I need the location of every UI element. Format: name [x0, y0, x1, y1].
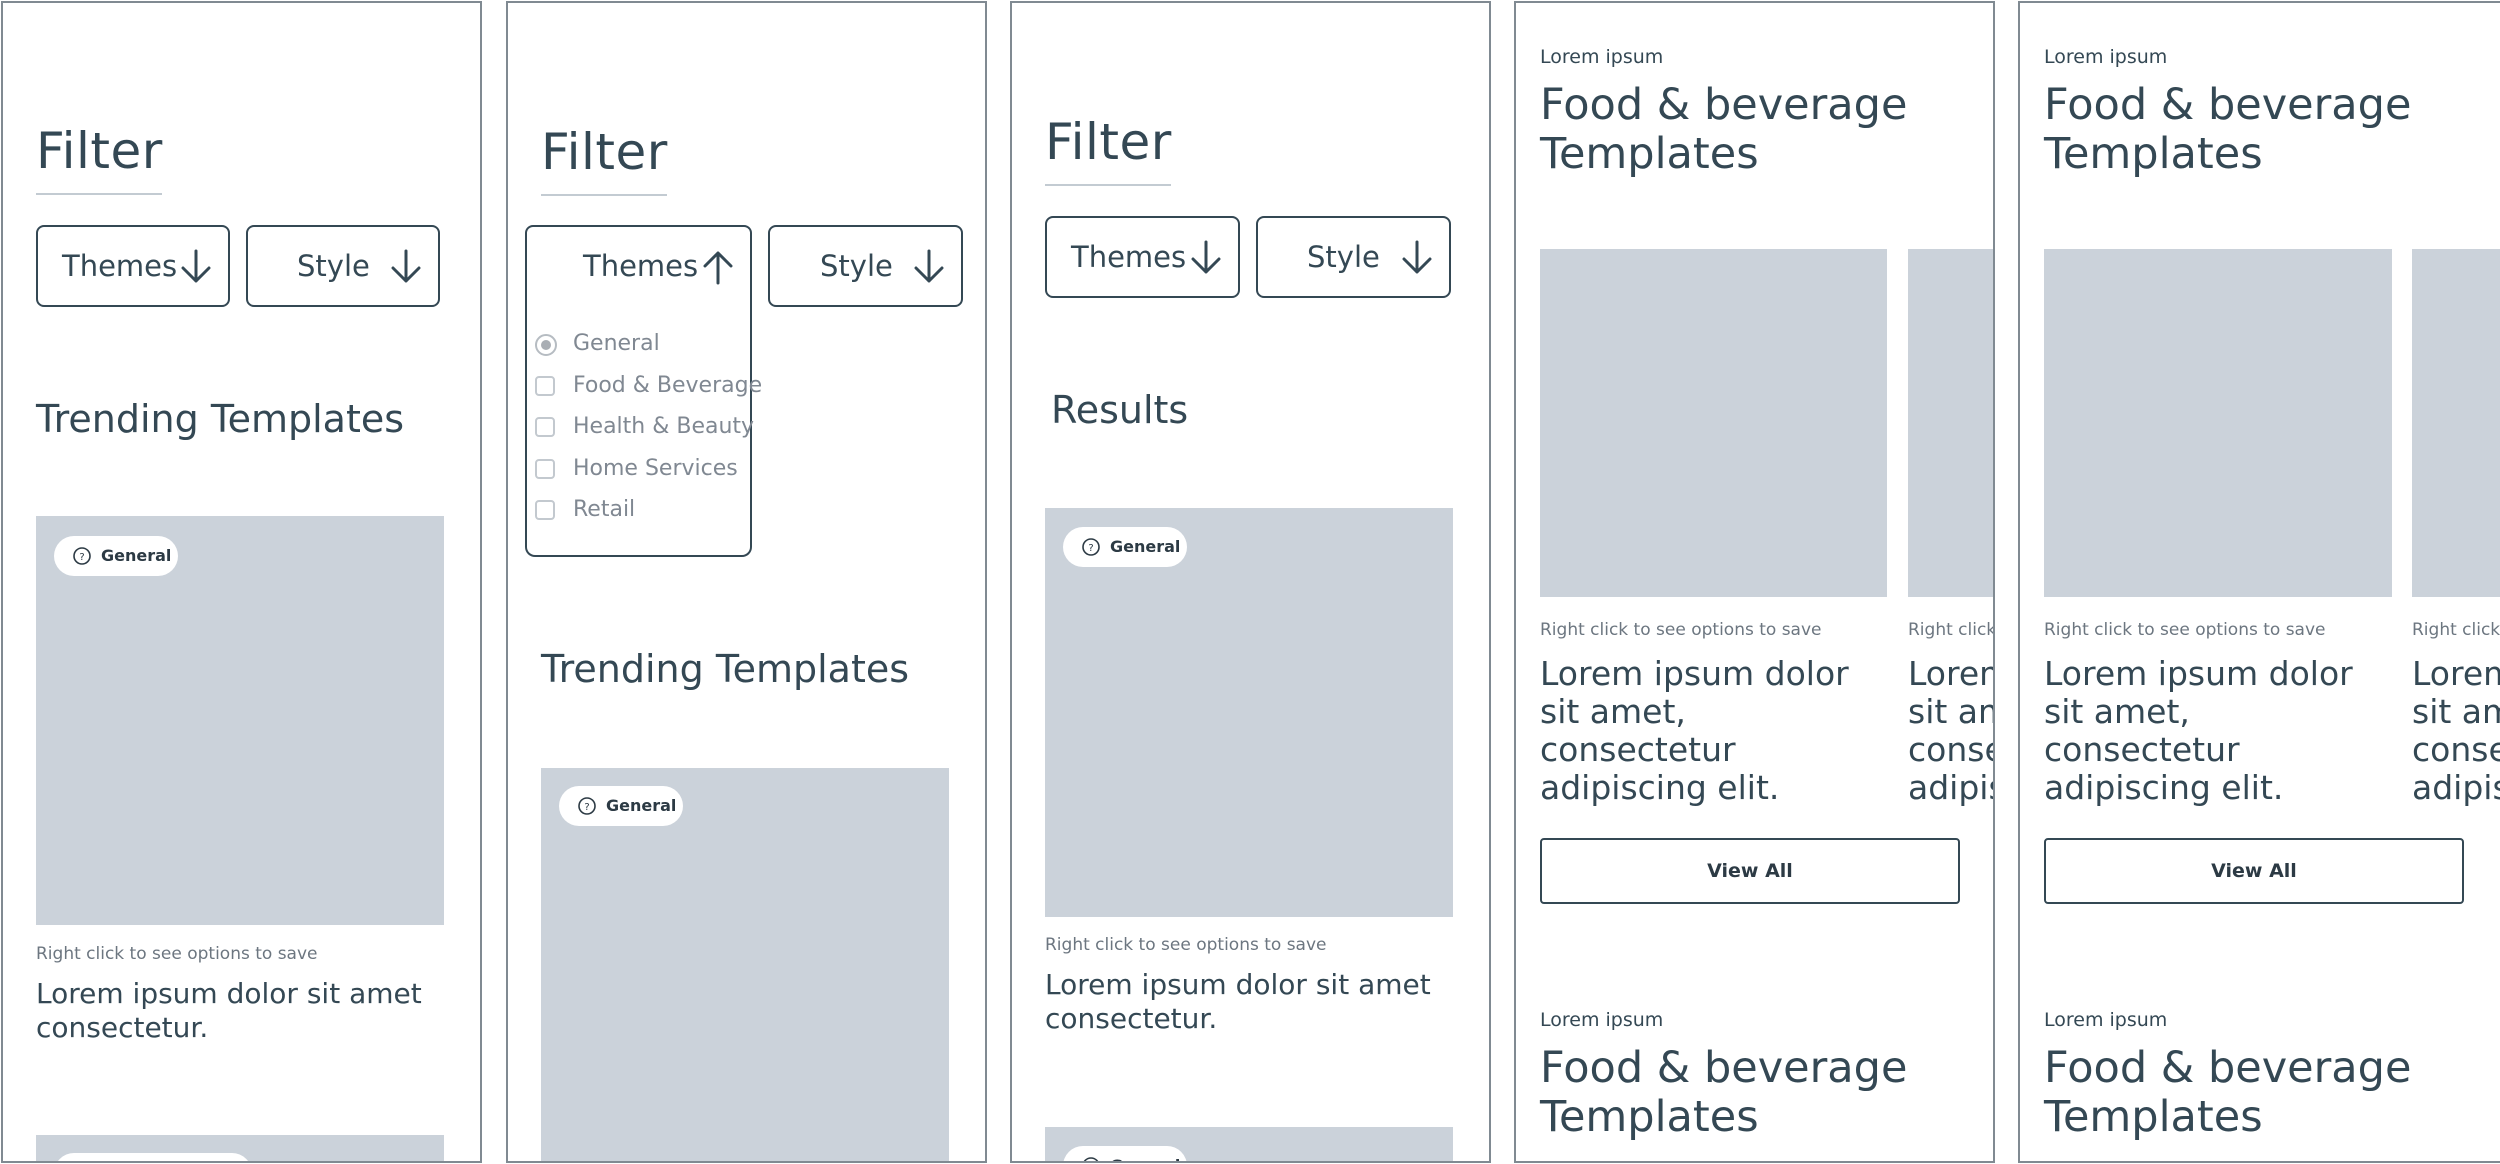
- template-card-title[interactable]: Lorem ipsum dolor sit amet, consectetur …: [1540, 655, 1890, 807]
- view-all-button[interactable]: View All: [2044, 838, 2464, 904]
- template-card-image[interactable]: [36, 1135, 444, 1161]
- screen-filter-collapsed: Filter Themes Style Trending Templates ?…: [1, 1, 482, 1163]
- arrow-down-icon: [911, 248, 947, 286]
- filter-underline: [1045, 184, 1171, 186]
- template-card-title[interactable]: Lorem ipsum dolor sit amet, consectetur …: [2044, 655, 2394, 807]
- template-card-image[interactable]: [1540, 249, 1887, 597]
- template-card-title[interactable]: Lorem ipsum dolor sit amet consectetur.: [36, 977, 436, 1045]
- filter-underline: [36, 193, 162, 195]
- help-circle-icon: ?: [577, 796, 597, 816]
- checkbox[interactable]: [535, 376, 555, 396]
- radio-selected[interactable]: [535, 334, 557, 356]
- svg-text:?: ?: [1088, 543, 1093, 554]
- option-label: Home Services: [573, 456, 738, 481]
- category-eyebrow: Lorem ipsum: [2044, 46, 2168, 68]
- general-chip: [54, 1153, 252, 1161]
- view-all-button[interactable]: View All: [1540, 838, 1960, 904]
- theme-option-general[interactable]: General: [535, 331, 735, 361]
- option-label: Food & Beverage: [573, 373, 763, 398]
- filter-title: Filter: [36, 122, 163, 180]
- save-hint: Right click to see options to save: [1045, 935, 1327, 955]
- theme-option-home-services[interactable]: Home Services: [535, 456, 745, 486]
- category-heading: Food & beverage Templates: [2044, 80, 2412, 179]
- svg-text:?: ?: [79, 552, 84, 563]
- theme-option-health-beauty[interactable]: Health & Beauty: [535, 414, 754, 444]
- svg-text:?: ?: [1088, 1162, 1093, 1163]
- category-heading: Food & beverage Templates: [2044, 1043, 2412, 1142]
- filter-underline: [541, 194, 667, 196]
- template-card-title-next[interactable]: Lorem ipsum dolor sit amet, consectetur …: [1908, 655, 1993, 807]
- category-heading: Food & beverage Templates: [1540, 1043, 1908, 1142]
- style-dropdown-button[interactable]: Style: [246, 225, 440, 307]
- option-label: Retail: [573, 497, 636, 522]
- save-hint: Right click to see options to save: [1540, 620, 1822, 640]
- template-card-image-next[interactable]: [2412, 249, 2500, 597]
- style-dropdown-button[interactable]: Style: [768, 225, 963, 307]
- style-dropdown-label: Style: [1307, 240, 1380, 274]
- results-heading: Results: [1051, 388, 1189, 432]
- themes-dropdown-menu: General Food & Beverage Health & Beauty …: [525, 305, 762, 557]
- save-hint-next: Right click: [1908, 620, 1995, 640]
- chip-label: General: [101, 546, 172, 565]
- screen-category-carousel: Lorem ipsum Food & beverage Templates Ri…: [2018, 1, 2500, 1163]
- arrow-down-icon: [388, 248, 424, 286]
- theme-option-retail[interactable]: Retail: [535, 497, 735, 527]
- arrow-up-icon: [700, 248, 736, 286]
- checkbox[interactable]: [535, 459, 555, 479]
- arrow-down-icon: [1188, 239, 1224, 277]
- style-dropdown-label: Style: [297, 249, 370, 283]
- category-heading: Food & beverage Templates: [1540, 80, 1908, 179]
- category-eyebrow: Lorem ipsum: [2044, 1009, 2168, 1031]
- save-hint: Right click to see options to save: [2044, 620, 2326, 640]
- arrow-down-icon: [1399, 239, 1435, 277]
- template-card-image[interactable]: ? General: [1045, 508, 1453, 917]
- chip-label: General: [1110, 1146, 1180, 1161]
- general-chip: ? General: [1063, 527, 1187, 567]
- option-label: General: [573, 331, 660, 356]
- category-eyebrow: Lorem ipsum: [1540, 46, 1664, 68]
- screen-filter-themes-open: Filter Themes General Food & Beverage He…: [506, 1, 987, 1163]
- general-chip: ? General: [1063, 1146, 1187, 1163]
- themes-dropdown-button[interactable]: Themes: [1045, 216, 1240, 298]
- themes-dropdown-label: Themes: [583, 249, 699, 283]
- themes-dropdown-label: Themes: [62, 249, 178, 283]
- themes-dropdown-button[interactable]: Themes: [525, 225, 752, 307]
- trending-templates-heading: Trending Templates: [541, 647, 910, 691]
- template-card-image[interactable]: ? General: [541, 768, 949, 1161]
- screen-filter-results: Filter Themes Style Results ? General Ri…: [1010, 1, 1491, 1163]
- save-hint-next: Right click: [2412, 620, 2500, 640]
- general-chip: ? General: [559, 786, 683, 826]
- template-card-image[interactable]: ? General: [36, 516, 444, 925]
- trending-templates-heading: Trending Templates: [36, 397, 405, 441]
- category-eyebrow: Lorem ipsum: [1540, 1009, 1664, 1031]
- template-card-image[interactable]: ? General: [1045, 1127, 1453, 1163]
- help-circle-icon: ?: [1081, 537, 1101, 557]
- template-card-image-next[interactable]: [1908, 249, 1993, 597]
- style-dropdown-button[interactable]: Style: [1256, 216, 1451, 298]
- general-chip: ? General: [54, 536, 178, 576]
- help-circle-icon: ?: [72, 546, 92, 566]
- save-hint: Right click to see options to save: [36, 944, 318, 964]
- checkbox[interactable]: [535, 500, 555, 520]
- svg-text:?: ?: [584, 802, 589, 813]
- option-label: Health & Beauty: [573, 414, 755, 439]
- help-circle-icon: ?: [1081, 1156, 1101, 1163]
- checkbox[interactable]: [535, 417, 555, 437]
- template-card-title[interactable]: Lorem ipsum dolor sit amet consectetur.: [1045, 968, 1445, 1036]
- screen-category-carousel: Lorem ipsum Food & beverage Templates Ri…: [1514, 1, 1995, 1163]
- chip-label: General: [606, 796, 677, 815]
- arrow-down-icon: [178, 248, 214, 286]
- filter-title: Filter: [541, 123, 668, 181]
- themes-dropdown-label: Themes: [1071, 240, 1187, 274]
- theme-option-food-beverage[interactable]: Food & Beverage: [535, 373, 762, 403]
- template-card-title-next[interactable]: Lorem ipsum dolor sit amet, consectetur …: [2412, 655, 2500, 807]
- template-card-image[interactable]: [2044, 249, 2392, 597]
- chip-label: General: [1110, 537, 1181, 556]
- filter-title: Filter: [1045, 113, 1172, 171]
- themes-dropdown-button[interactable]: Themes: [36, 225, 230, 307]
- style-dropdown-label: Style: [820, 249, 893, 283]
